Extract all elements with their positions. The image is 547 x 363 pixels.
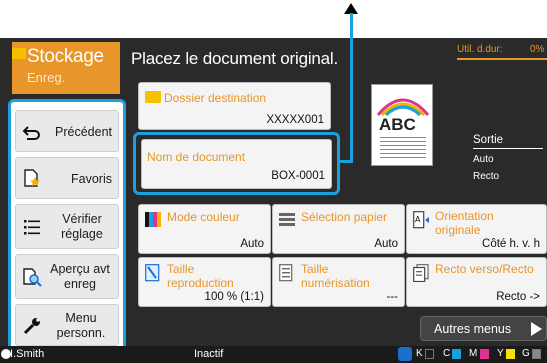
favorites-button[interactable]: Favoris [15, 157, 119, 199]
output-divider [473, 148, 543, 149]
original-orientation-value: Côté h. v. h [482, 238, 540, 250]
more-menus-button[interactable]: Autres menus [420, 316, 547, 341]
ink-label-c: C [443, 348, 451, 359]
ink-level-g [532, 349, 541, 359]
ink-level-k [425, 349, 434, 359]
document-preview: ABC [371, 84, 433, 166]
document-name-value: BOX-0001 [271, 170, 325, 182]
orientation-icon: A [413, 211, 429, 229]
document-name-button[interactable]: Nom de document BOX-0001 [141, 139, 332, 189]
color-mode-button[interactable]: Mode couleur Auto [138, 204, 271, 254]
destination-folder-value: XXXXX001 [266, 114, 324, 126]
paper-selection-label: Sélection papier [301, 210, 388, 224]
output-title: Sortie [473, 134, 504, 146]
chevron-right-icon [531, 322, 542, 336]
ink-label-y: Y [497, 348, 504, 359]
custom-menu-button[interactable]: Menu personn. [15, 304, 119, 346]
ink-level-y [506, 349, 515, 359]
scan-size-button[interactable]: Taille numérisation --- [272, 257, 405, 307]
folder-icon [145, 91, 161, 103]
destination-folder-button[interactable]: Dossier destination XXXXX001 [138, 82, 331, 130]
disk-usage-bar [457, 58, 547, 62]
custom-menu-label: Menu personn. [56, 311, 106, 340]
disk-usage-value: 0% [530, 44, 545, 55]
side-menu: Précédent Favoris Vérifier réglage Aperç… [8, 99, 126, 351]
ink-label-k: K [416, 348, 423, 359]
paper-tray-icon [279, 213, 295, 226]
document-name-label: Nom de document [147, 150, 246, 164]
preview-button[interactable]: Aperçu avt enreg [15, 254, 119, 299]
ink-label-g: G [522, 348, 530, 359]
user-name[interactable]: I.Smith [10, 348, 44, 360]
wrench-icon [23, 318, 40, 335]
callout-line [350, 13, 353, 163]
back-arrow-icon [22, 126, 40, 140]
more-menus-label: Autres menus [434, 322, 512, 336]
mode-title: Stockage [27, 46, 104, 67]
back-label: Précédent [55, 125, 112, 139]
ink-level-c [452, 349, 461, 359]
reproduction-size-label: Taille reproduction [167, 262, 234, 290]
check-settings-button[interactable]: Vérifier réglage [15, 204, 119, 249]
color-mode-label: Mode couleur [167, 210, 240, 224]
ink-level-m [480, 349, 489, 359]
reproduction-size-value: 100 % (1:1) [204, 291, 264, 303]
page-title: Placez le document original. [131, 49, 339, 68]
scan-size-label: Taille numérisation [301, 262, 370, 290]
reproduction-size-icon [145, 264, 160, 282]
favorite-star-icon [24, 169, 40, 187]
svg-text:A: A [415, 215, 421, 224]
reproduction-size-button[interactable]: Taille reproduction 100 % (1:1) [138, 257, 271, 307]
color-mode-icon [145, 212, 161, 227]
paper-selection-button[interactable]: Sélection papier Auto [272, 204, 405, 254]
back-button[interactable]: Précédent [15, 110, 119, 152]
document-name-highlight: Nom de document BOX-0001 [133, 132, 340, 195]
list-icon [24, 220, 40, 235]
duplex-button[interactable]: Recto verso/Recto Recto -> [406, 257, 547, 307]
scan-size-icon [279, 264, 293, 282]
duplex-label: Recto verso/Recto [435, 262, 534, 276]
scan-size-value: --- [386, 291, 399, 303]
original-orientation-button[interactable]: A Orientation originale Côté h. v. h [406, 204, 547, 254]
destination-folder-label: Dossier destination [164, 91, 267, 105]
duplex-icon [413, 264, 429, 282]
ink-label-m: M [469, 348, 478, 359]
disk-usage-label: Util. d.dur: [457, 44, 503, 55]
preview-text-lines [380, 137, 426, 161]
preview-rainbow-graphic [376, 98, 430, 117]
paper-selection-value: Auto [374, 238, 398, 250]
preview-magnifier-icon [23, 268, 42, 287]
preview-label: Aperçu avt enreg [50, 262, 110, 291]
mode-indicator: Stockage Enreg. [12, 42, 120, 94]
status-bar: I.Smith Inactif K C M Y G [0, 346, 547, 363]
network-icon [398, 347, 412, 361]
output-value-1: Auto [473, 154, 494, 165]
preview-text: ABC [379, 115, 416, 134]
machine-status: Inactif [194, 348, 224, 360]
color-mode-value: Auto [240, 238, 264, 250]
original-orientation-label: Orientation originale [435, 209, 494, 237]
mode-subtitle: Enreg. [27, 70, 66, 85]
favorites-label: Favoris [71, 172, 112, 186]
check-settings-label: Vérifier réglage [61, 212, 103, 241]
duplex-value: Recto -> [496, 291, 540, 303]
folder-icon [12, 48, 26, 59]
output-value-2: Recto [473, 171, 500, 182]
